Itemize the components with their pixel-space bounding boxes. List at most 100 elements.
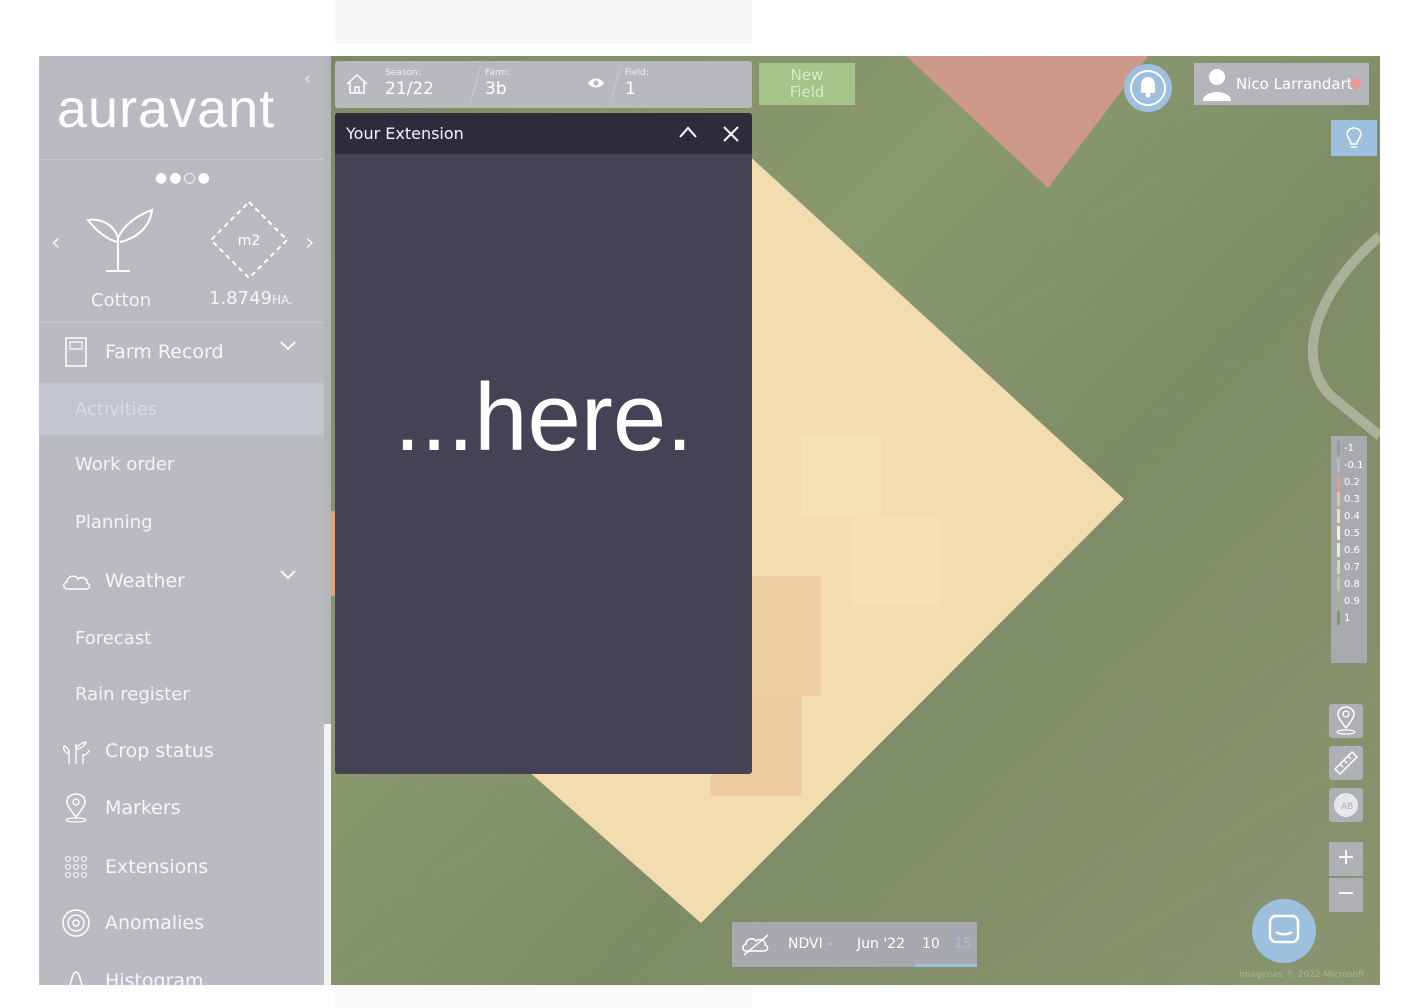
date-15[interactable]: 15 <box>954 936 972 952</box>
menu-weather[interactable]: Weather <box>39 556 324 606</box>
legend-row: -0.1 <box>1337 457 1364 473</box>
plants-icon <box>61 736 91 766</box>
card-pager[interactable]: ●●○● <box>155 170 212 186</box>
map-pin-icon <box>61 793 91 823</box>
chat-icon <box>1268 914 1300 944</box>
ndvi-cell <box>851 516 941 606</box>
season-selector[interactable]: Season: 21/22 <box>385 68 434 99</box>
extension-panel: Your Extension ...here. <box>335 113 752 774</box>
home-icon[interactable] <box>345 73 369 95</box>
menu-label: Weather <box>105 570 185 592</box>
season-value: 21/22 <box>385 79 434 99</box>
scrollbar-thumb[interactable] <box>324 724 331 985</box>
legend-row: 0.2 <box>1337 474 1360 490</box>
card-prev-icon[interactable]: ‹ <box>51 228 61 256</box>
target-icon <box>61 908 91 938</box>
submenu-rain-register[interactable]: Rain register <box>39 668 324 720</box>
season-label: Season: <box>385 68 421 78</box>
imagery-credit: Imágenes © 2022 Microsoft <box>1239 970 1365 980</box>
user-name: Nico Larrandart <box>1236 75 1353 93</box>
menu-label: Crop status <box>105 740 214 762</box>
legend-row: 0.5 <box>1337 525 1360 541</box>
menu-farm-record[interactable]: Farm Record <box>39 327 324 377</box>
legend-row: -1 <box>1337 440 1354 456</box>
user-menu[interactable]: Nico Larrandart <box>1194 63 1369 105</box>
field-label: Field: <box>625 68 649 78</box>
date-10[interactable]: 10 <box>922 936 940 952</box>
area-number: 1.8749 <box>209 288 272 309</box>
bell-curve-icon <box>61 966 91 985</box>
date-slider[interactable] <box>915 964 977 967</box>
eye-icon[interactable] <box>587 77 605 89</box>
sidebar-scrollbar[interactable] <box>324 56 331 985</box>
menu-label: Farm Record <box>105 341 224 363</box>
submenu-planning[interactable]: Planning <box>39 496 324 548</box>
card-next-icon[interactable]: › <box>305 228 315 256</box>
field-value: 1 <box>625 79 636 99</box>
close-icon[interactable] <box>722 125 740 143</box>
new-field-line1: New <box>790 66 824 84</box>
month-selector[interactable]: Jun '22 <box>857 936 905 952</box>
ndvi-cell <box>741 576 821 696</box>
farm-selector[interactable]: Farm: 3b <box>485 68 510 99</box>
lightbulb-icon <box>1346 127 1362 148</box>
menu-label: Anomalies <box>105 912 204 934</box>
field-area: 1.8749HA. <box>209 288 293 309</box>
svg-text:m2: m2 <box>238 233 261 249</box>
app-window: ‹ auravant ●●○● ‹ › m2 Cotton 1.8749HA. … <box>39 56 1380 985</box>
new-field-line2: Field <box>789 83 825 101</box>
notebook-icon <box>61 337 91 367</box>
menu-label: Histogram <box>105 970 204 985</box>
menu-label: Markers <box>105 797 181 819</box>
new-field-button[interactable]: New Field <box>759 63 855 105</box>
zoom-out-button[interactable]: − <box>1329 878 1363 912</box>
divider <box>39 322 324 323</box>
context-bar: Season: 21/22 Farm: 3b Field: 1 <box>335 61 752 108</box>
legend-row: 0.6 <box>1337 542 1360 558</box>
chat-button[interactable] <box>1252 899 1316 963</box>
chevron-up-icon[interactable] <box>679 125 697 139</box>
ndvi-legend: -1 -0.1 0.2 0.3 0.4 0.5 0.6 0.7 0.8 0.9 … <box>1331 436 1367 663</box>
collapse-sidebar-icon[interactable]: ‹ <box>304 68 311 89</box>
menu-markers[interactable]: Markers <box>39 783 324 833</box>
chevron-down-icon[interactable] <box>280 570 296 580</box>
zoom-in-button[interactable]: + <box>1329 842 1363 876</box>
crop-name: Cotton <box>91 290 152 311</box>
area-icon: m2 <box>209 200 289 280</box>
panel-title: Your Extension <box>346 124 464 143</box>
map-pin-icon <box>1336 706 1356 735</box>
panel-content: ...here. <box>394 364 693 471</box>
chevron-down-icon[interactable] <box>280 341 296 351</box>
shield-icon <box>1351 78 1361 90</box>
legend-row: 0.3 <box>1337 491 1360 507</box>
measure-tool-button[interactable] <box>1329 746 1363 780</box>
hide-layer-icon[interactable] <box>740 933 772 957</box>
layer-sep: - <box>827 936 833 952</box>
lightbulb-button[interactable] <box>1331 120 1377 156</box>
logo: auravant <box>57 79 276 139</box>
submenu-work-order[interactable]: Work order <box>39 438 324 490</box>
layer-date-bar: NDVI - Jun '22 10 15 <box>732 922 977 967</box>
menu-label: Extensions <box>105 856 209 878</box>
menu-crop-status[interactable]: Crop status <box>39 726 324 776</box>
submenu-forecast[interactable]: Forecast <box>39 612 324 664</box>
field-selector[interactable]: Field: 1 <box>625 68 649 99</box>
menu-extensions[interactable]: Extensions <box>39 842 324 892</box>
legend-row: 0.7 <box>1337 559 1360 575</box>
marker-tool-button[interactable] <box>1329 704 1363 738</box>
submenu-activities[interactable]: Activities <box>39 383 324 435</box>
bell-icon <box>1130 70 1166 106</box>
grid-dots-icon <box>61 852 91 882</box>
sidebar: ‹ auravant ●●○● ‹ › m2 Cotton 1.8749HA. … <box>39 56 331 985</box>
menu-histogram[interactable]: Histogram <box>39 956 324 985</box>
divider <box>39 159 324 160</box>
layer-selector[interactable]: NDVI - <box>788 936 832 952</box>
bottom-band <box>335 985 752 1008</box>
menu-anomalies[interactable]: Anomalies <box>39 898 324 948</box>
legend-row: 0.4 <box>1337 508 1360 524</box>
divider <box>470 66 481 103</box>
compare-tool-button[interactable]: AB <box>1329 788 1363 822</box>
farm-label: Farm: <box>485 68 511 78</box>
notifications-button[interactable] <box>1124 64 1172 112</box>
user-avatar-icon <box>1203 69 1231 101</box>
